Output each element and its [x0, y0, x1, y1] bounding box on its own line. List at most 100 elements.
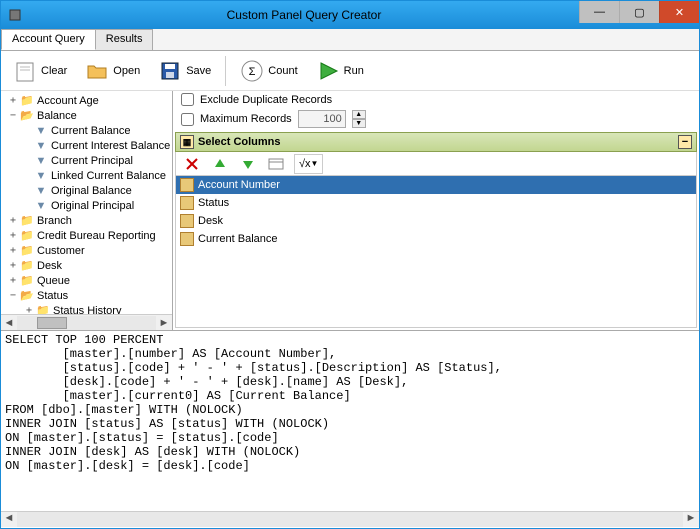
tree-leaf[interactable]: Current Balance	[51, 125, 131, 137]
window-title: Custom Panel Query Creator	[29, 8, 579, 22]
move-down-button[interactable]	[238, 154, 258, 174]
tab-account-query[interactable]: Account Query	[1, 29, 96, 50]
column-label: Current Balance	[198, 233, 278, 245]
formula-label: √x	[299, 158, 311, 170]
save-button[interactable]: Save	[154, 57, 215, 85]
run-label: Run	[344, 65, 364, 77]
max-records-checkbox[interactable]	[181, 113, 194, 126]
tree-pane: +📁Account Age −📂Balance ▼Current Balance…	[1, 91, 173, 330]
tree-leaf[interactable]: Original Balance	[51, 185, 132, 197]
formula-button[interactable]: √x ▼	[294, 154, 323, 174]
move-up-button[interactable]	[210, 154, 230, 174]
tree-leaf[interactable]: Linked Current Balance	[51, 170, 166, 182]
close-button[interactable]: ✕	[659, 1, 699, 23]
collapse-panel-button[interactable]: −	[678, 135, 692, 149]
panel-icon: ▦	[180, 135, 194, 149]
collapse-icon[interactable]: −	[7, 110, 19, 121]
count-button[interactable]: Σ Count	[236, 57, 301, 85]
columns-toolbar: √x ▼	[175, 152, 697, 176]
exclude-duplicates-checkbox[interactable]	[181, 93, 194, 106]
max-records-input[interactable]	[298, 110, 346, 128]
scroll-thumb[interactable]	[37, 317, 67, 329]
collapse-icon[interactable]: −	[7, 290, 19, 301]
field-tree[interactable]: +📁Account Age −📂Balance ▼Current Balance…	[1, 91, 172, 314]
scroll-track[interactable]	[17, 512, 683, 527]
toolbar: Clear Open Save Σ Count Run	[1, 51, 699, 91]
main-area: +📁Account Age −📂Balance ▼Current Balance…	[1, 91, 699, 331]
columns-list[interactable]: Account Number Status Desk Current Balan…	[175, 176, 697, 328]
tree-node[interactable]: Balance	[37, 110, 77, 122]
scroll-left-icon[interactable]: ◄	[1, 317, 17, 329]
spin-up-icon[interactable]: ▲	[352, 110, 366, 119]
column-row[interactable]: Current Balance	[176, 230, 696, 248]
play-icon	[316, 59, 340, 83]
run-button[interactable]: Run	[312, 57, 368, 85]
scroll-right-icon[interactable]: ►	[683, 512, 699, 527]
expand-icon[interactable]: +	[7, 275, 19, 286]
clear-label: Clear	[41, 65, 67, 77]
separator	[225, 56, 226, 86]
funnel-icon: ▼	[33, 184, 49, 198]
tab-results[interactable]: Results	[95, 29, 154, 50]
spin-down-icon[interactable]: ▼	[352, 119, 366, 128]
column-row[interactable]: Status	[176, 194, 696, 212]
open-label: Open	[113, 65, 140, 77]
tree-leaf[interactable]: Original Principal	[51, 200, 134, 212]
column-label: Account Number	[198, 179, 280, 191]
expand-icon[interactable]: +	[7, 260, 19, 271]
expand-icon[interactable]: +	[7, 230, 19, 241]
funnel-icon: ▼	[33, 124, 49, 138]
max-records-spinner[interactable]: ▲▼	[352, 110, 366, 128]
open-button[interactable]: Open	[81, 57, 144, 85]
column-icon	[180, 214, 194, 228]
column-label: Status	[198, 197, 229, 209]
minimize-button[interactable]: —	[579, 1, 619, 23]
folder-icon: 📁	[19, 94, 35, 108]
sql-scrollbar[interactable]: ◄ ►	[1, 511, 699, 527]
exclude-duplicates-label: Exclude Duplicate Records	[200, 94, 332, 106]
tree-node[interactable]: Account Age	[37, 95, 99, 107]
save-label: Save	[186, 65, 211, 77]
column-icon	[180, 196, 194, 210]
folder-icon: 📁	[35, 304, 51, 315]
tree-node[interactable]: Credit Bureau Reporting	[37, 230, 156, 242]
column-icon	[180, 178, 194, 192]
count-label: Count	[268, 65, 297, 77]
folder-open-icon: 📂	[19, 109, 35, 123]
clear-button[interactable]: Clear	[9, 57, 71, 85]
folder-open-icon: 📂	[19, 289, 35, 303]
column-icon	[180, 232, 194, 246]
column-row[interactable]: Desk	[176, 212, 696, 230]
sql-pane: ◄ ►	[1, 331, 699, 527]
dropdown-icon: ▼	[311, 159, 319, 168]
tree-leaf[interactable]: Current Principal	[51, 155, 133, 167]
funnel-icon: ▼	[33, 169, 49, 183]
folder-icon: 📁	[19, 244, 35, 258]
tree-leaf[interactable]: Current Interest Balance	[51, 140, 170, 152]
funnel-icon: ▼	[33, 199, 49, 213]
properties-button[interactable]	[266, 154, 286, 174]
expand-icon[interactable]: +	[7, 95, 19, 106]
column-row[interactable]: Account Number	[176, 176, 696, 194]
expand-icon[interactable]: +	[23, 305, 35, 314]
expand-icon[interactable]: +	[7, 245, 19, 256]
tree-node[interactable]: Desk	[37, 260, 62, 272]
folder-icon: 📁	[19, 274, 35, 288]
tree-node[interactable]: Customer	[37, 245, 85, 257]
svg-text:Σ: Σ	[249, 66, 256, 78]
delete-column-button[interactable]	[182, 154, 202, 174]
tree-scrollbar[interactable]: ◄ ►	[1, 314, 172, 330]
funnel-icon: ▼	[33, 154, 49, 168]
tree-node[interactable]: Status	[37, 290, 68, 302]
expand-icon[interactable]: +	[7, 215, 19, 226]
scroll-track[interactable]	[17, 316, 156, 330]
scroll-left-icon[interactable]: ◄	[1, 512, 17, 527]
folder-icon: 📁	[19, 229, 35, 243]
sql-editor[interactable]	[1, 331, 699, 511]
scroll-right-icon[interactable]: ►	[156, 317, 172, 329]
tree-node[interactable]: Branch	[37, 215, 72, 227]
tree-node[interactable]: Status History	[53, 305, 121, 315]
maximize-button[interactable]: ▢	[619, 1, 659, 23]
select-columns-header: ▦ Select Columns −	[175, 132, 697, 152]
tree-node[interactable]: Queue	[37, 275, 70, 287]
